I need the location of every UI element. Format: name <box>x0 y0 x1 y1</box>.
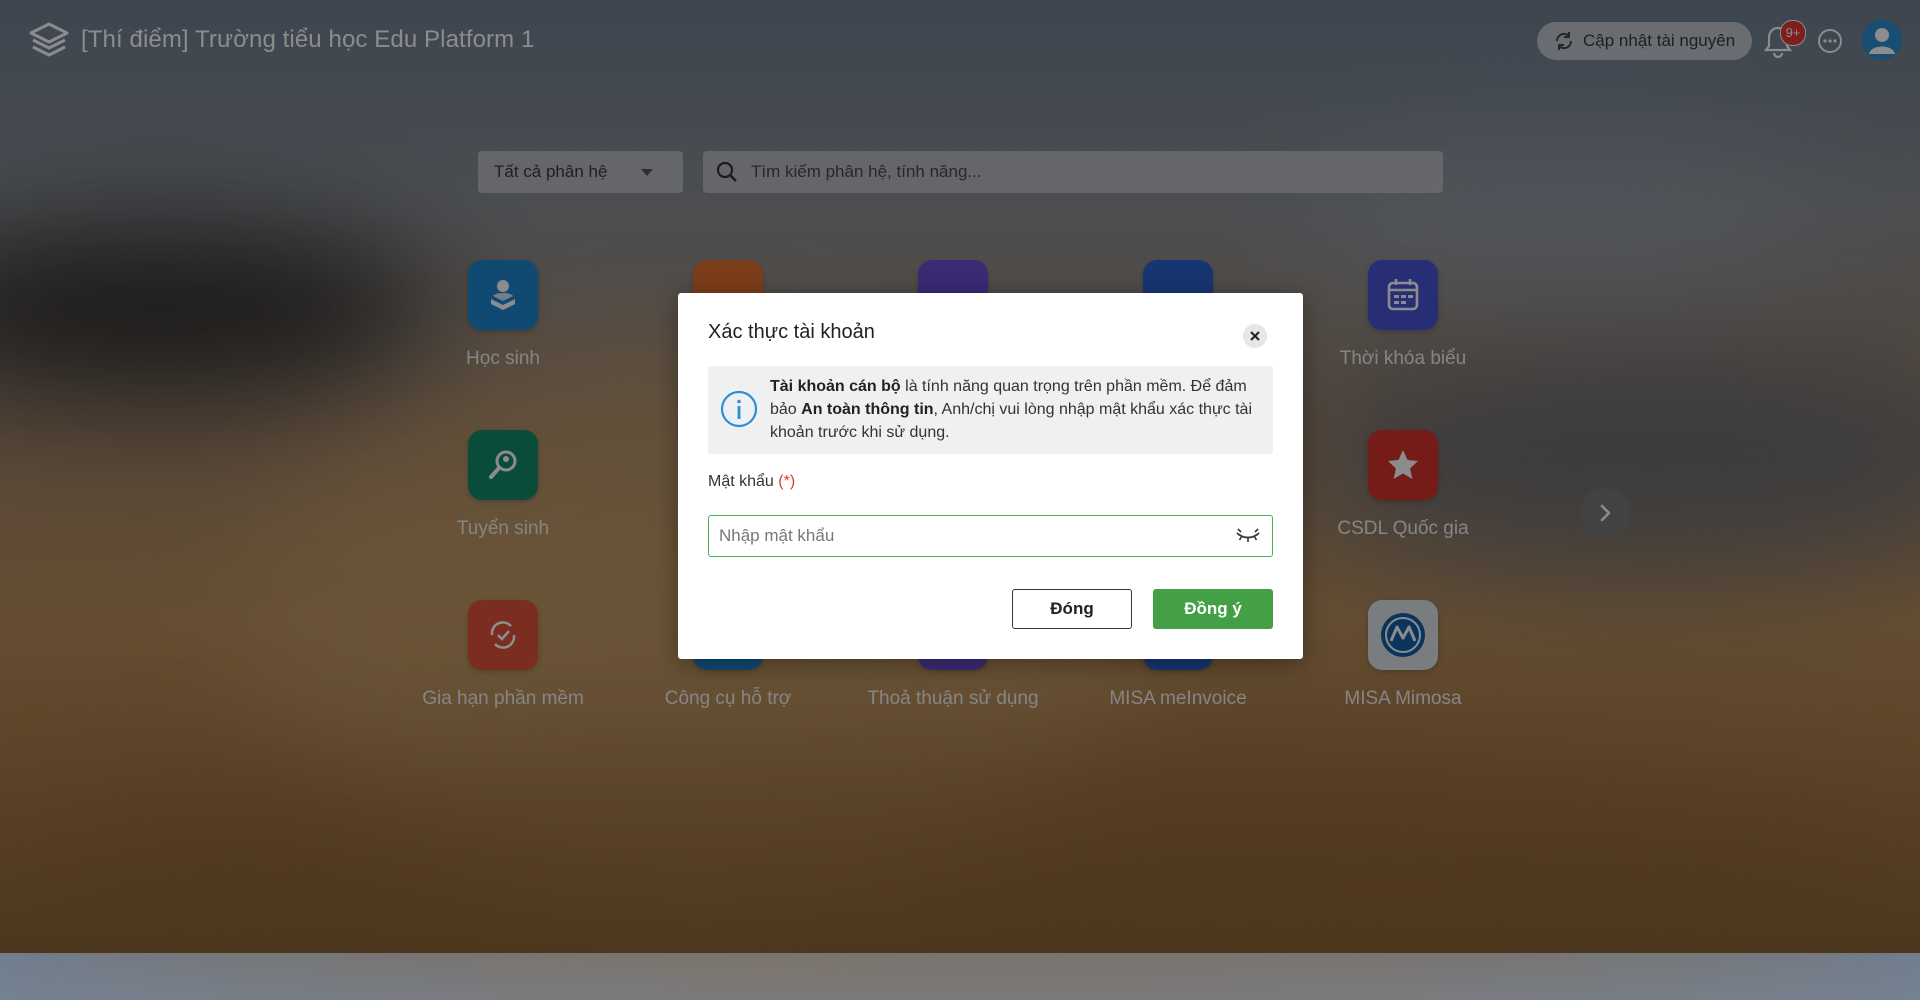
dialog-close-button[interactable] <box>1243 324 1267 348</box>
info-message: Tài khoản cán bộ là tính năng quan trọng… <box>770 375 1265 444</box>
info-icon <box>720 390 758 428</box>
password-label-text: Mật khẩu <box>708 473 774 490</box>
cancel-button[interactable]: Đóng <box>1012 589 1132 629</box>
dialog-title: Xác thực tài khoản <box>708 321 875 343</box>
password-field[interactable] <box>708 515 1273 557</box>
password-input[interactable] <box>717 525 1221 547</box>
account-verification-dialog: Xác thực tài khoản Tài khoản cán bộ là t… <box>678 293 1303 659</box>
hide-password-icon[interactable] <box>1235 528 1261 544</box>
confirm-button[interactable]: Đồng ý <box>1153 589 1273 629</box>
info-notice: Tài khoản cán bộ là tính năng quan trọng… <box>708 366 1273 454</box>
info-bold-account: Tài khoản cán bộ <box>770 378 901 395</box>
close-icon <box>1250 331 1260 341</box>
password-label: Mật khẩu (*) <box>708 473 795 491</box>
info-bold-security: An toàn thông tin <box>801 401 934 418</box>
required-mark: (*) <box>778 473 796 490</box>
